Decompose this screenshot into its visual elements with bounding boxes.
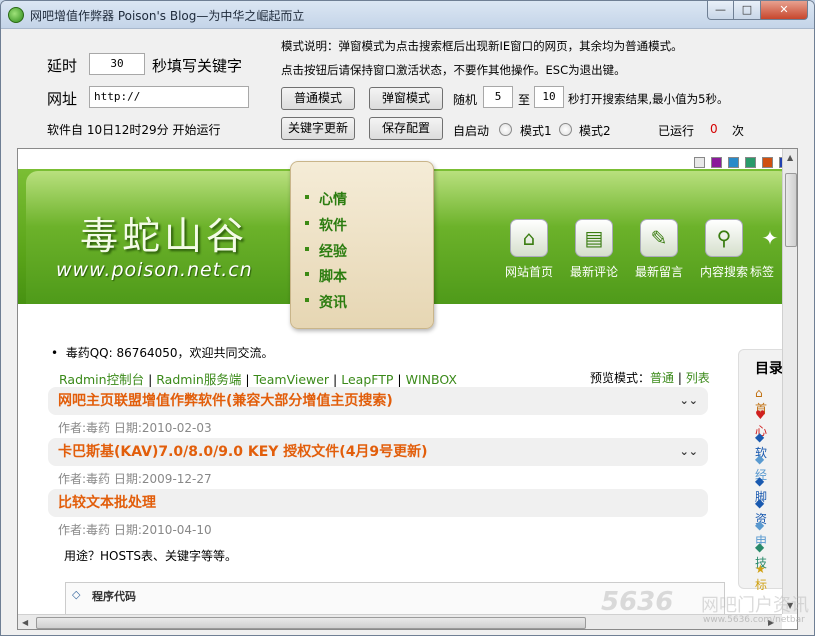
menu-item-mood[interactable]: 心情 [305,189,347,209]
sidebar-item-tech[interactable]: ◆ 技 [755,540,773,570]
keyword-update-button[interactable]: 关键字更新 [281,117,355,140]
post-body: 用途？HOSTS表、关键字等等。 [64,549,238,563]
chevron-down-icon[interactable]: ⌄⌄ [680,438,698,466]
quick-links: Radmin控制台 | Radmin服务端 | TeamViewer | Lea… [59,372,457,387]
delay-input[interactable]: 30 [89,53,145,75]
normal-mode-button[interactable]: 普通模式 [281,87,355,110]
link-radmin-server[interactable]: Radmin服务端 [156,372,241,387]
theme-swatch-2[interactable] [711,157,722,168]
embedded-browser[interactable]: 毒蛇山谷 www.poison.net.cn 心情 软件 经验 脚本 资讯 ⌂ … [17,148,798,630]
delay-suffix-label: 秒填写关键字 [152,57,243,75]
site-logo-url[interactable]: www.poison.net.cn [56,259,253,281]
random-suffix-label: 秒打开搜索结果,最小值为5秒。 [568,92,729,106]
runs-unit: 次 [732,124,745,138]
theme-swatch-3[interactable] [728,157,739,168]
post-meta-3: 作者:毒药 日期:2010-04-10 [58,523,212,537]
pencil-icon: ✎ [640,219,678,257]
chevron-down-icon[interactable]: ⌄⌄ [680,387,698,415]
nav-search[interactable]: ⚲ 内容搜索 [693,219,755,280]
to-label: 至 [518,93,531,107]
link-teamviewer[interactable]: TeamViewer [254,372,330,387]
menu-item-news[interactable]: 资讯 [305,292,347,312]
title-bar[interactable]: 网吧增值作弊器 Poison's Blog—为中华之崛起而立 — □ ✕ [1,1,814,29]
url-label: 网址 [47,90,78,108]
link-winbox[interactable]: WINBOX [406,372,457,387]
link-radmin-console[interactable]: Radmin控制台 [59,372,144,387]
watermark-url: www.5636.com/netbar [703,615,805,625]
mode1-label: 模式1 [520,124,552,138]
sidebar-title: 目录 [755,361,783,377]
link-leapftp[interactable]: LeapFTP [341,372,393,387]
random-label: 随机 [453,93,478,107]
url-input[interactable]: http:// [89,86,249,108]
close-button[interactable]: ✕ [761,1,808,20]
popup-mode-button[interactable]: 弹窗模式 [369,87,443,110]
sidebar-item-tags[interactable]: ★ 标 [755,562,773,592]
theme-swatch-5[interactable] [762,157,773,168]
post-meta-1: 作者:毒药 日期:2010-02-03 [58,421,212,435]
nav-latest-messages[interactable]: ✎ 最新留言 [628,219,690,280]
code-label: 程序代码 [92,590,136,603]
sidebar-item-news[interactable]: ◆ 资 [755,496,773,526]
scroll-left-arrow-icon[interactable]: ◀ [22,618,28,627]
sidebar-item-software[interactable]: ◆ 软 [755,430,773,460]
random-max-input[interactable]: 10 [534,86,564,108]
menu-item-experience[interactable]: 经验 [305,241,347,261]
sidebar-item-apply[interactable]: ◆ 申 [755,518,773,548]
site-header: 毒蛇山谷 www.poison.net.cn 心情 软件 经验 脚本 资讯 ⌂ … [18,149,797,334]
preview-mode: 预览模式：普通 | 列表 [590,371,710,385]
nav-latest-comments[interactable]: ▤ 最新评论 [563,219,625,280]
app-window: 网吧增值作弊器 Poison's Blog—为中华之崛起而立 — □ ✕ 延时 … [0,0,815,636]
mode1-radio[interactable] [499,123,512,136]
watermark-text: 网吧门户资讯 [701,595,809,616]
menu-item-script[interactable]: 脚本 [305,266,347,286]
home-icon: ⌂ [510,219,548,257]
post-title-2[interactable]: 卡巴斯基(KAV)7.0/8.0/9.0 KEY 授权文件(4月9号更新) ⌄⌄ [48,438,708,466]
mode-description-2: 点击按钮后请保持窗口激活状态，不要作其他操作。ESC为退出键。 [281,63,626,77]
save-config-button[interactable]: 保存配置 [369,117,443,140]
maximize-button[interactable]: □ [734,1,761,20]
vertical-scrollbar[interactable]: ▲ ▼ [782,149,797,614]
qq-line: • 毒药QQ: 86764050，欢迎共同交流。 [51,346,274,360]
sidebar-item-mood[interactable]: ♥ 心 [755,408,773,438]
post-title-3[interactable]: 比较文本批处理 [48,489,708,517]
nav-home[interactable]: ⌂ 网站首页 [498,219,560,280]
autostart-label: 自启动 [453,124,490,138]
magnifier-icon: ⚲ [705,219,743,257]
post-meta-2: 作者:毒药 日期:2009-12-27 [58,472,212,486]
preview-list-link[interactable]: 列表 [686,371,710,385]
delay-label: 延时 [47,57,78,75]
scroll-up-arrow-icon[interactable]: ▲ [787,153,793,162]
vertical-scroll-thumb[interactable] [785,173,797,247]
sidebar-item-experience[interactable]: ◆ 经 [755,452,773,482]
minimize-button[interactable]: — [707,1,734,20]
start-time-label: 软件自 10日12时29分 开始运行 [47,123,221,137]
mode-description-1: 模式说明：弹窗模式为点击搜索框后出现新IE窗口的网页，其余均为普通模式。 [281,39,683,53]
random-min-input[interactable]: 5 [483,86,513,108]
mode2-label: 模式2 [579,124,611,138]
sidebar-item-home[interactable]: ⌂ 首 [755,386,773,416]
runs-count: 0 [710,122,718,136]
theme-swatch-4[interactable] [745,157,756,168]
menu-item-software[interactable]: 软件 [305,215,347,235]
watermark-logo: 5636 [601,587,674,617]
post-title-1[interactable]: 网吧主页联盟增值作弊软件(兼容大部分增值主页搜索) ⌄⌄ [48,387,708,415]
runs-label: 已运行 [658,124,695,138]
mode2-radio[interactable] [559,123,572,136]
theme-swatch-1[interactable] [694,157,705,168]
comments-icon: ▤ [575,219,613,257]
site-logo-text[interactable]: 毒蛇山谷 [80,205,248,260]
sidebar-item-script[interactable]: ◆ 脚 [755,474,773,504]
category-menu: 心情 软件 经验 脚本 资讯 [290,161,434,329]
preview-normal-link[interactable]: 普通 [650,371,674,385]
window-title: 网吧增值作弊器 Poison's Blog—为中华之崛起而立 [30,9,305,23]
code-icon: ◇ [72,588,81,601]
horizontal-scroll-thumb[interactable] [36,617,586,629]
app-icon [8,7,24,23]
